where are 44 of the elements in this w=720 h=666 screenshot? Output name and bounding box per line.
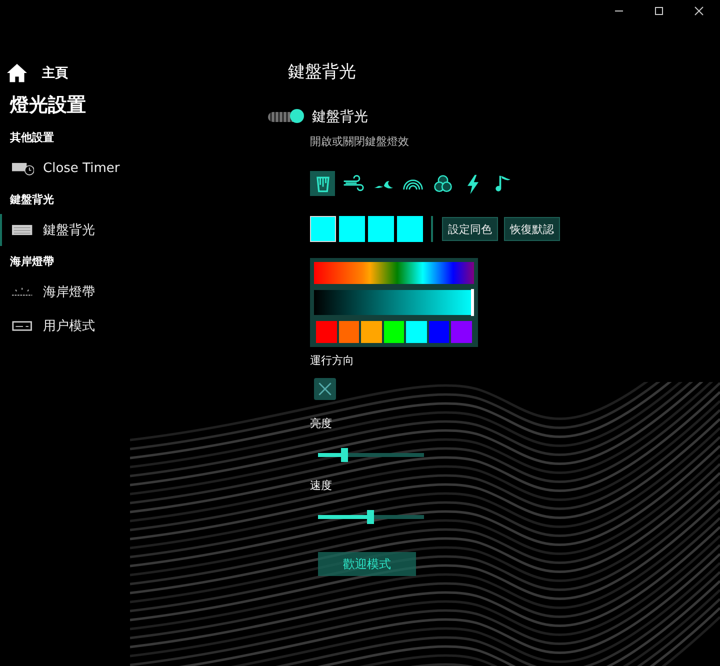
slider-track[interactable] <box>318 510 424 524</box>
shade-handle[interactable] <box>471 289 474 316</box>
home-link[interactable]: 主頁 <box>0 62 260 84</box>
color-swatch[interactable] <box>310 216 336 242</box>
section-heading: 其他設置 <box>9 130 55 146</box>
slider-label: 速度 <box>310 478 332 493</box>
preset-color[interactable] <box>451 321 472 343</box>
sidebar-item[interactable]: 用户模式 <box>0 310 103 342</box>
toggle-switch[interactable] <box>268 112 302 122</box>
monitor-clock-icon <box>12 160 34 176</box>
section-heading: 鍵盤背光 <box>8 192 55 208</box>
slider-track[interactable] <box>318 448 424 462</box>
shade-bar[interactable] <box>314 290 474 315</box>
section-heading: 海岸燈帶 <box>9 254 55 270</box>
slider-thumb[interactable] <box>340 448 348 462</box>
direction-label: 運行方向 <box>310 353 354 368</box>
color-swatch[interactable] <box>368 216 394 242</box>
action-button[interactable]: 設定同色 <box>442 217 498 241</box>
color-swatch[interactable] <box>397 216 423 242</box>
card-icon <box>12 318 34 334</box>
slider-thumb[interactable] <box>367 510 374 524</box>
description-text: 開啟或關閉鍵盤燈效 <box>310 134 409 149</box>
slider-label: 亮度 <box>310 416 332 431</box>
sidebar-item[interactable]: Close Timer <box>0 152 128 184</box>
preset-color[interactable] <box>406 321 427 343</box>
cross-icon <box>318 382 332 396</box>
preset-color[interactable] <box>316 321 337 343</box>
sidebar-title: 燈光設置 <box>8 93 87 118</box>
keyboard-icon <box>12 222 34 238</box>
home-icon <box>6 63 28 83</box>
preset-color[interactable] <box>384 321 404 343</box>
preset-color[interactable] <box>338 321 360 343</box>
maximize-icon[interactable] <box>654 6 664 16</box>
sidebar-item[interactable]: 鍵盤背光 <box>0 214 103 246</box>
toggle-label: 鍵盤背光 <box>312 108 368 126</box>
action-button[interactable]: 恢復默認 <box>504 217 560 241</box>
close-icon[interactable] <box>694 6 704 16</box>
hue-bar[interactable] <box>314 262 474 284</box>
preset-color[interactable] <box>361 321 382 343</box>
mode-button[interactable]: 歡迎模式 <box>318 552 416 576</box>
preset-color[interactable] <box>428 321 450 343</box>
page-title: 鍵盤背光 <box>288 61 357 84</box>
color-swatch[interactable] <box>339 216 365 242</box>
sidebar-item[interactable]: 海岸燈帶 <box>0 276 103 308</box>
